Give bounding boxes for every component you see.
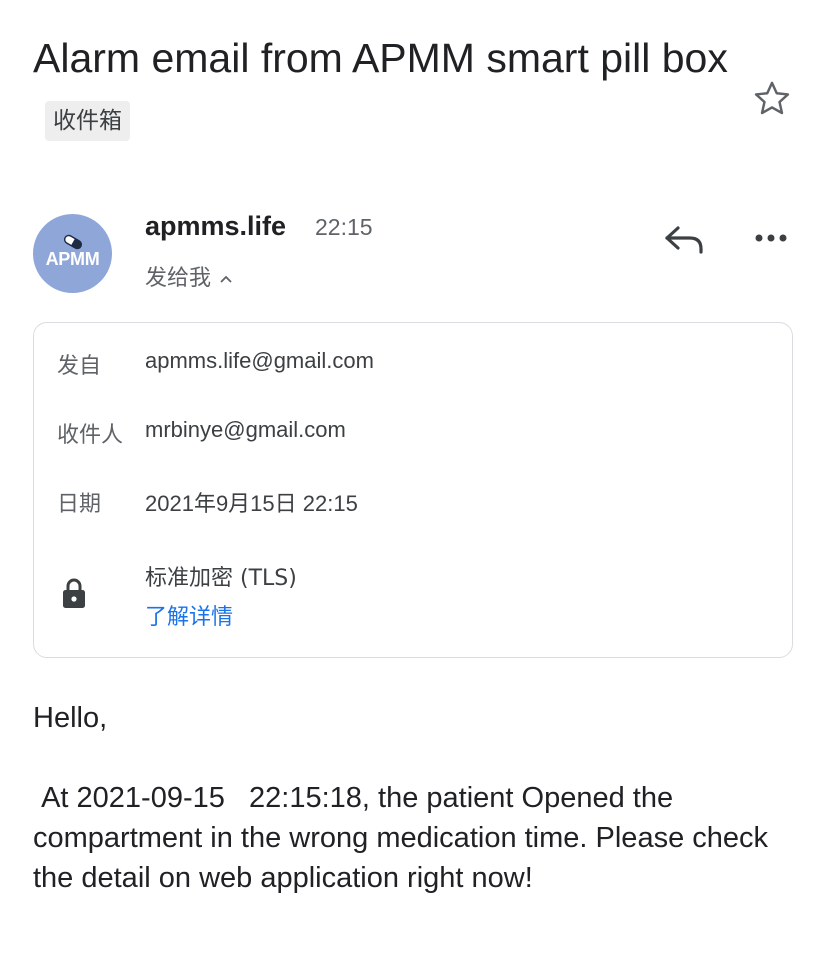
from-value[interactable]: apmms.life@gmail.com	[145, 348, 374, 374]
email-details-card: 发自 apmms.life@gmail.com 收件人 mrbinye@gmai…	[33, 322, 793, 658]
to-label: 收件人	[57, 423, 124, 448]
message-text: At 2021-09-15 22:15:18, the patient Open…	[33, 782, 777, 894]
lock-icon	[63, 578, 85, 608]
date-label: 日期	[57, 492, 102, 517]
avatar-text: APMM	[45, 248, 100, 269]
star-button[interactable]	[751, 78, 793, 120]
encryption-label: 标准加密 (TLS)	[145, 566, 297, 591]
email-body: Hello, At 2021-09-15 22:15:18, the patie…	[33, 698, 803, 898]
sender-time: 22:15	[315, 214, 373, 240]
email-subject: Alarm email from APMM smart pill box 收件箱	[33, 26, 733, 154]
date-value: 2021年9月15日 22:15	[145, 491, 358, 516]
subject-text: Alarm email from APMM smart pill box	[33, 35, 728, 81]
sender-avatar[interactable]: APMM	[33, 214, 112, 293]
sender-name: apmms.life	[145, 211, 287, 241]
star-outline-icon	[754, 81, 790, 115]
more-options-button[interactable]	[749, 224, 793, 252]
from-label: 发自	[57, 354, 102, 379]
learn-more-link[interactable]: 了解详情	[145, 599, 233, 631]
greeting-text: Hello,	[33, 702, 108, 734]
chevron-up-icon	[220, 275, 232, 283]
inbox-label-chip[interactable]: 收件箱	[45, 101, 130, 142]
recipient-summary-toggle[interactable]: 发给我	[145, 260, 233, 292]
more-horizontal-icon	[755, 234, 787, 242]
reply-icon	[665, 226, 703, 254]
pill-icon	[63, 234, 82, 249]
to-value[interactable]: mrbinye@gmail.com	[145, 417, 346, 443]
recipient-summary-text: 发给我	[145, 266, 212, 291]
reply-button[interactable]	[662, 219, 706, 259]
